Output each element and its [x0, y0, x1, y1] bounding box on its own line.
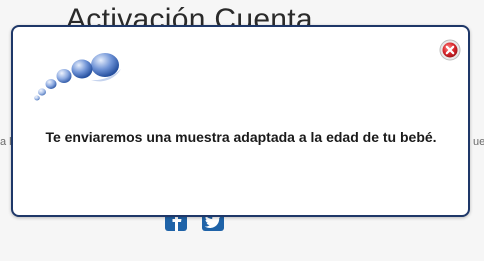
modal-message: Te enviaremos una muestra adaptada a la … — [45, 129, 437, 145]
notification-modal: Te enviaremos una muestra adaptada a la … — [11, 25, 470, 217]
background-text-left: a l — [0, 136, 12, 148]
close-button[interactable] — [439, 39, 461, 61]
brand-dots-logo — [34, 53, 121, 101]
background-text-right: ue — [473, 136, 484, 148]
close-icon — [439, 39, 461, 61]
